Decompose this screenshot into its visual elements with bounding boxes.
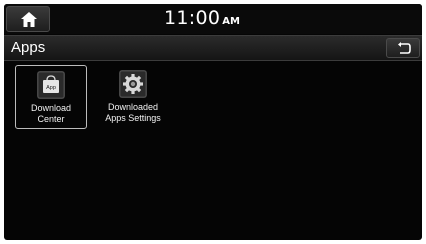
- app-label-line2: Apps Settings: [105, 113, 161, 123]
- page-title: Apps: [11, 39, 46, 56]
- clock-ampm: AM: [222, 16, 240, 27]
- app-download-center[interactable]: App Download Center: [15, 65, 87, 129]
- clock: 11:00 AM: [164, 7, 240, 29]
- app-label-line2: Center: [37, 114, 65, 124]
- clock-time: 11:00: [164, 7, 221, 29]
- app-icon-text: App: [46, 85, 56, 91]
- app-label-line1: Downloaded: [107, 102, 159, 112]
- status-bar: 11:00 AM: [4, 4, 422, 34]
- app-label: Downloaded Apps Settings: [93, 102, 173, 124]
- app-label: Download Center: [16, 103, 86, 125]
- head-unit-screen: 11:00 AM Apps App Download Center Downlo…: [4, 4, 422, 240]
- gear-icon: [119, 70, 147, 98]
- home-button[interactable]: [6, 6, 50, 32]
- back-button[interactable]: [386, 38, 420, 58]
- back-arrow-icon: [398, 42, 411, 54]
- home-icon: [21, 12, 37, 27]
- app-label-line1: Download: [30, 103, 72, 113]
- app-downloaded-apps-settings[interactable]: Downloaded Apps Settings: [93, 65, 173, 129]
- shopping-bag-icon: App: [37, 71, 65, 99]
- title-bar: Apps: [4, 35, 422, 61]
